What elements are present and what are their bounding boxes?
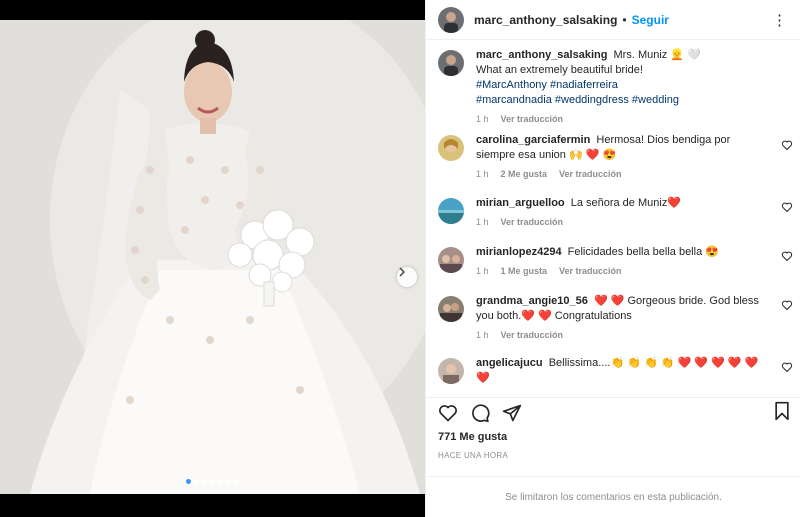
comment-time: 1 h — [476, 217, 489, 227]
commenter-avatar[interactable] — [438, 247, 464, 273]
comment-text: La señora de Muniz❤️ — [570, 197, 682, 209]
bride-illustration — [0, 20, 425, 494]
carousel-indicator — [0, 479, 425, 484]
caption-username[interactable]: marc_anthony_salsaking — [476, 49, 607, 61]
carousel-dot — [194, 479, 199, 484]
comment-row: carolina_garciafermin Hermosa! Dios bend… — [426, 133, 800, 196]
caption: marc_anthony_salsaking Mrs. Muniz 👱 🤍 Wh… — [426, 48, 800, 133]
separator-dot: • — [622, 12, 627, 27]
commenter-avatar[interactable] — [438, 358, 464, 384]
translate-link[interactable]: Ver traducción — [559, 266, 622, 276]
author-avatar[interactable] — [438, 50, 464, 76]
follow-button[interactable]: Seguir — [632, 13, 669, 27]
comment-row: mirian_arguelloo La señora de Muniz❤️ 1 … — [426, 196, 800, 245]
translate-link[interactable]: Ver traducción — [501, 114, 564, 124]
translate-link[interactable]: Ver traducción — [559, 169, 622, 179]
post-header: marc_anthony_salsaking • Seguir ⋮ — [426, 0, 800, 40]
comments-list[interactable]: marc_anthony_salsaking Mrs. Muniz 👱 🤍 Wh… — [426, 48, 800, 388]
caption-time: 1 h — [476, 114, 489, 124]
comment-row: angelicajucu Bellissima....👏 👏 👏 👏 ❤️ ❤️… — [426, 356, 800, 386]
commenter-username[interactable]: mirianlopez4294 — [476, 246, 562, 258]
comment-row: grandma_angie10_56 ❤️ ❤️ Gorgeous bride.… — [426, 294, 800, 356]
likes-count[interactable]: 771 Me gusta — [438, 431, 507, 443]
like-comment-heart-icon[interactable] — [781, 201, 793, 213]
carousel-dot — [226, 479, 231, 484]
comment-time: 1 h — [476, 266, 489, 276]
carousel-next-button[interactable] — [397, 267, 417, 287]
post-actions-bar — [426, 397, 800, 423]
commenter-avatar[interactable] — [438, 198, 464, 224]
author-username[interactable]: marc_anthony_salsaking — [474, 13, 617, 27]
comment-time: 1 h — [476, 169, 489, 179]
post-details-pane: marc_anthony_salsaking • Seguir ⋮ marc_a… — [425, 0, 800, 517]
post-timestamp: HACE UNA HORA — [438, 451, 509, 460]
commenter-username[interactable]: mirian_arguelloo — [476, 197, 565, 209]
caption-hashtags[interactable]: #MarcAnthony #nadiaferreira — [476, 78, 767, 93]
media-pane — [0, 0, 425, 517]
comment-bubble-icon[interactable] — [470, 403, 490, 423]
like-comment-heart-icon[interactable] — [781, 250, 793, 262]
like-comment-heart-icon[interactable] — [781, 361, 793, 373]
carousel-dot — [186, 479, 191, 484]
carousel-dot — [234, 479, 239, 484]
comment-text: Felicidades bella bella bella 😍 — [567, 246, 719, 258]
caption-line2: What an extremely beautiful bride! — [476, 64, 643, 76]
share-paper-plane-icon[interactable] — [502, 403, 522, 423]
save-bookmark-icon[interactable] — [773, 401, 791, 421]
commenter-username[interactable]: angelicajucu — [476, 357, 543, 369]
more-options-icon[interactable]: ⋮ — [772, 11, 788, 29]
caption-hashtags[interactable]: #marcandnadia #weddingdress #wedding — [476, 93, 767, 108]
commenter-avatar[interactable] — [438, 135, 464, 161]
author-avatar[interactable] — [438, 6, 464, 33]
commenter-username[interactable]: grandma_angie10_56 — [476, 295, 588, 307]
translate-link[interactable]: Ver traducción — [501, 330, 564, 340]
like-comment-heart-icon[interactable] — [781, 299, 793, 311]
comment-likes[interactable]: 2 Me gusta — [501, 169, 548, 179]
like-comment-heart-icon[interactable] — [781, 139, 793, 151]
carousel-dot — [210, 479, 215, 484]
comments-limited-notice: Se limitaron los comentarios en esta pub… — [426, 476, 800, 517]
translate-link[interactable]: Ver traducción — [501, 217, 564, 227]
carousel-dot — [218, 479, 223, 484]
comment-row: mirianlopez4294 Felicidades bella bella … — [426, 245, 800, 294]
comment-likes[interactable]: 1 Me gusta — [501, 266, 548, 276]
like-heart-icon[interactable] — [438, 403, 458, 423]
caption-line1: Mrs. Muniz 👱 🤍 — [613, 49, 701, 61]
comment-time: 1 h — [476, 330, 489, 340]
chevron-right-icon — [399, 267, 406, 277]
carousel-dot — [202, 479, 207, 484]
commenter-username[interactable]: carolina_garciafermin — [476, 134, 590, 146]
commenter-avatar[interactable] — [438, 296, 464, 322]
post-image[interactable] — [0, 20, 425, 494]
